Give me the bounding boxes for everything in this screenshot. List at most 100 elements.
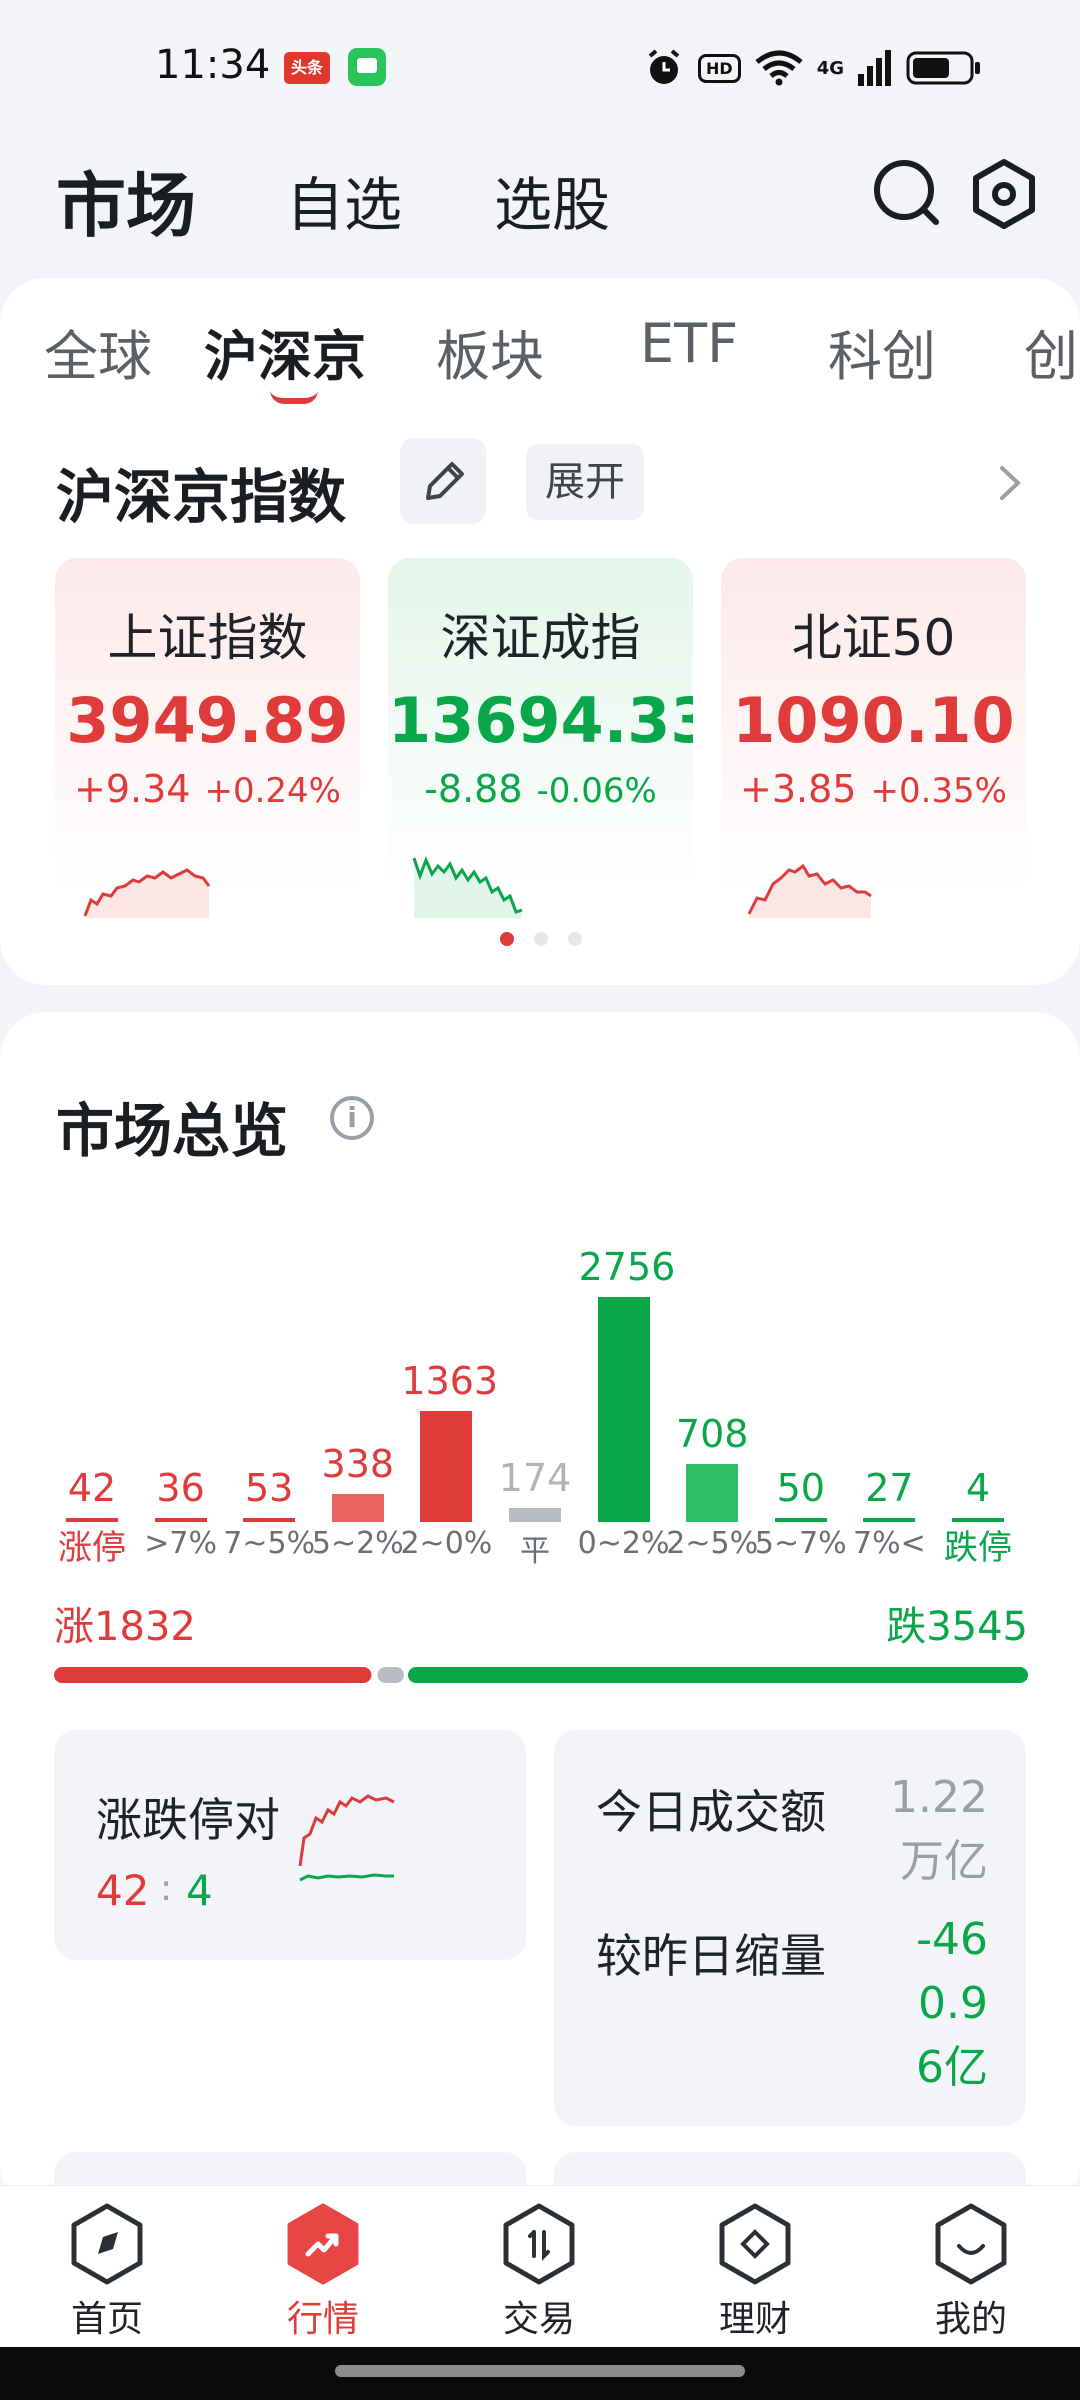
wifi-icon — [755, 50, 803, 86]
chevron-right-icon[interactable] — [990, 458, 1030, 508]
turnover-value: 1.22万亿 — [890, 1772, 988, 1887]
ratio-down-segment — [407, 1667, 1028, 1683]
market-subtabs: 全球 沪深京 板块 ETF 科创 创 — [0, 278, 1080, 408]
bar-7 — [686, 1464, 739, 1522]
edit-button[interactable] — [400, 438, 486, 524]
top-header: 市场 自选 选股 — [0, 140, 1080, 260]
pager-dot-active — [500, 932, 514, 946]
expand-button[interactable]: 展开 — [526, 444, 644, 520]
index-panel: 全球 沪深京 板块 ETF 科创 创 沪深京指数 展开 上证指数 3949.89… — [0, 278, 1080, 985]
bar-9 — [863, 1518, 916, 1522]
tab-stock-picker[interactable]: 选股 — [494, 158, 610, 242]
bar-category-label: 2~5% — [666, 1526, 759, 1561]
ratio-up-segment — [54, 1667, 372, 1683]
nav-home[interactable]: 首页 — [32, 2202, 182, 2342]
bar-value-label: 53 — [245, 1465, 294, 1510]
index-card-szse[interactable]: 深证成指 13694.33 -8.88 -0.06% — [388, 558, 693, 918]
subtab-global[interactable]: 全球 — [44, 312, 152, 391]
subtab-sectors[interactable]: 板块 — [436, 312, 544, 391]
diamond-icon — [719, 2203, 791, 2285]
bar-category-label: 涨停 — [58, 1528, 126, 1568]
rise-fall-ratio-bar — [54, 1667, 1028, 1683]
bar-category-label: 5~2% — [311, 1526, 404, 1561]
bar-1 — [154, 1518, 207, 1522]
index-value: 13694.33 — [388, 684, 693, 757]
bar-value-label: 2756 — [578, 1245, 676, 1289]
battery-icon — [906, 51, 980, 85]
message-app-icon — [348, 48, 386, 86]
network-type: 4G — [816, 57, 844, 79]
bar-value-label: 50 — [776, 1465, 825, 1510]
info-icon[interactable]: i — [330, 1096, 374, 1140]
nav-market[interactable]: 行情 — [248, 2202, 398, 2342]
index-card-sse[interactable]: 上证指数 3949.89 +9.34 +0.24% — [55, 558, 360, 918]
pager-dot — [534, 932, 548, 946]
compass-icon — [71, 2203, 143, 2285]
turnover-compare-value: -460.96亿 — [916, 1914, 988, 2093]
tab-watchlist[interactable]: 自选 — [286, 158, 402, 242]
pager-dot — [568, 932, 582, 946]
limit-separator: : — [160, 1868, 173, 1909]
status-bar: 11:34 头条 HD 4G — [0, 0, 1080, 130]
nav-wealth[interactable]: 理财 — [680, 2202, 830, 2342]
rise-fall-distribution-chart: 42 涨停 36 >7% 53 7~5% 338 5~2% 1363 2~0% 174 平 2756 0~… — [46, 1202, 1036, 1572]
turnover-card[interactable]: 今日成交额 1.22万亿 较昨日缩量 -460.96亿 — [554, 1730, 1026, 2126]
bar-value-label: 27 — [865, 1466, 914, 1510]
nav-trade[interactable]: 交易 — [464, 2202, 614, 2342]
status-icons: HD 4G — [644, 46, 982, 90]
falling-count: 跌3545 — [886, 1604, 1028, 1650]
bar-value-label: 4 — [965, 1466, 991, 1510]
pencil-icon — [426, 462, 464, 500]
turnover-compare-label: 较昨日缩量 — [596, 1929, 826, 1983]
bar-value-label: 338 — [321, 1442, 395, 1487]
index-sparkline — [747, 863, 872, 918]
bar-category-label: 跌停 — [944, 1528, 1012, 1568]
ratio-flat-segment — [377, 1667, 404, 1683]
bar-4 — [420, 1410, 473, 1522]
index-value: 1090.10 — [732, 684, 1015, 757]
index-sparkline — [83, 868, 211, 918]
search-icon[interactable] — [868, 154, 948, 234]
nav-profile[interactable]: 我的 — [896, 2202, 1046, 2342]
trend-up-icon — [287, 2203, 359, 2285]
indices-section-title: 沪深京指数 — [56, 463, 347, 531]
limit-down-count: 4 — [186, 1866, 213, 1915]
bottom-navigation: 首页 行情 交易 理财 我的 — [0, 2185, 1080, 2347]
smile-icon — [935, 2203, 1007, 2285]
index-change: -8.88 -0.06% — [424, 767, 657, 811]
bar-3 — [331, 1494, 384, 1522]
bar-category-label: 7%< — [853, 1526, 926, 1561]
index-value: 3949.89 — [66, 684, 349, 757]
bar-category-label: 5~7% — [754, 1526, 847, 1561]
bar-value-label: 36 — [156, 1466, 205, 1510]
bar-value-label: 42 — [67, 1466, 117, 1510]
index-card-bse50[interactable]: 北证50 1090.10 +3.85 +0.35% — [721, 558, 1026, 918]
signal-icon — [858, 50, 891, 86]
bar-category-label: 7~5% — [223, 1526, 316, 1561]
page-title: 市场 — [56, 165, 196, 247]
index-change: +9.34 +0.24% — [74, 767, 341, 811]
active-tab-indicator — [270, 390, 318, 404]
bar-5 — [509, 1507, 561, 1522]
bar-category-label: 2~0% — [400, 1526, 493, 1561]
bar-value-label: 174 — [498, 1455, 572, 1500]
bar-category-label: 0~2% — [577, 1526, 670, 1561]
home-indicator[interactable] — [335, 2365, 745, 2377]
limit-pair-card[interactable]: 涨跌停对 42 : 4 — [54, 1730, 526, 1960]
index-sparkline — [412, 855, 523, 918]
toutiao-app-icon: 头条 — [284, 52, 330, 84]
index-name: 上证指数 — [107, 609, 308, 667]
limit-pair-sparkline — [298, 1794, 395, 1882]
index-change: +3.85 +0.35% — [740, 767, 1007, 811]
subtab-chinext[interactable]: 创 — [1024, 312, 1078, 391]
overview-section-title: 市场总览 — [56, 1097, 289, 1165]
rising-count: 涨1832 — [54, 1604, 196, 1650]
subtab-etf[interactable]: ETF — [640, 312, 738, 375]
subtab-star-market[interactable]: 科创 — [828, 312, 936, 391]
limit-pair-title: 涨跌停对 — [96, 1793, 280, 1847]
bar-category-label: 平 — [520, 1534, 550, 1569]
bar-value-label: 1363 — [401, 1358, 499, 1403]
settings-icon[interactable] — [964, 154, 1044, 234]
alarm-icon — [648, 49, 680, 84]
subtab-shanghai-shenzhen-beijing[interactable]: 沪深京 — [204, 312, 366, 391]
